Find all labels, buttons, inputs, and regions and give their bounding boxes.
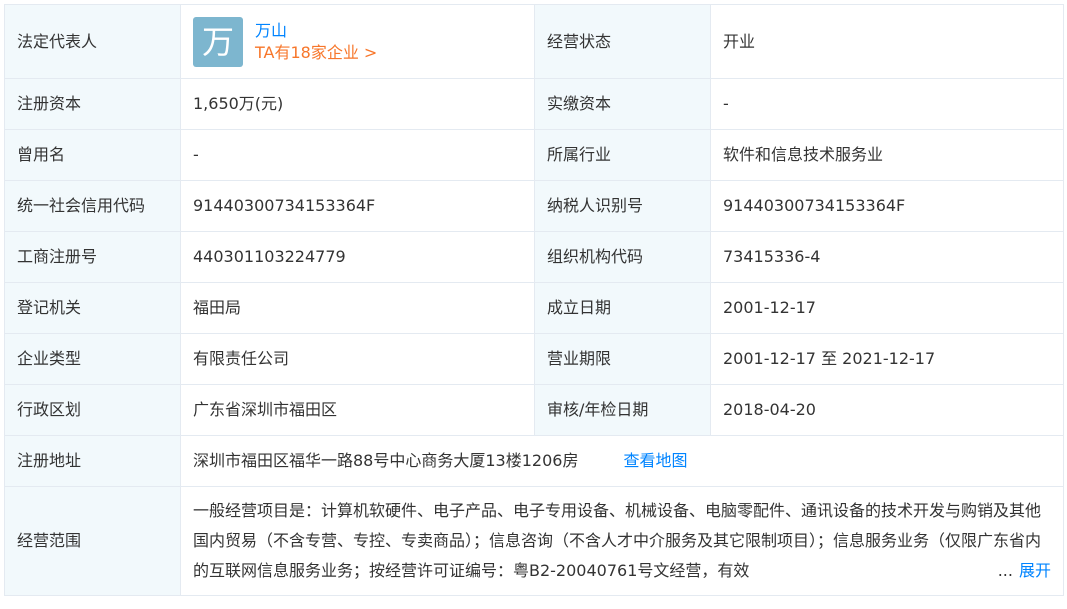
value-organization-code: 73415336-4 bbox=[710, 231, 1064, 283]
value-business-scope: 一般经营项目是：计算机软硬件、电子产品、电子专用设备、机械设备、电脑零配件、通讯… bbox=[193, 501, 1042, 580]
related-companies-link[interactable]: TA有18家企业 > bbox=[255, 42, 377, 64]
text-fade bbox=[933, 556, 973, 586]
row-authority: 登记机关 福田局 成立日期 2001-12-17 bbox=[4, 282, 1064, 334]
label-legal-representative: 法定代表人 bbox=[4, 4, 181, 79]
label-taxpayer-id: 纳税人识别号 bbox=[534, 180, 711, 232]
value-paid-in-capital: - bbox=[710, 78, 1064, 130]
legal-representative-name-link[interactable]: 万山 bbox=[255, 20, 377, 42]
business-scope-cell: 一般经营项目是：计算机软硬件、电子产品、电子专用设备、机械设备、电脑零配件、通讯… bbox=[180, 486, 1064, 596]
value-taxpayer-id: 91440300734153364F bbox=[710, 180, 1064, 232]
business-scope: 一般经营项目是：计算机软硬件、电子产品、电子专用设备、机械设备、电脑零配件、通讯… bbox=[193, 496, 1051, 586]
label-registered-address: 注册地址 bbox=[4, 435, 181, 487]
label-review-date: 审核/年检日期 bbox=[534, 384, 711, 436]
value-registered-address: 深圳市福田区福华一路88号中心商务大厦13楼1206房 bbox=[193, 451, 579, 470]
row-capital: 注册资本 1,650万(元) 实缴资本 - bbox=[4, 78, 1064, 130]
legal-representative-cell: 万 万山 TA有18家企业 > bbox=[180, 4, 535, 79]
row-former-name: 曾用名 - 所属行业 软件和信息技术服务业 bbox=[4, 129, 1064, 181]
value-registration-authority: 福田局 bbox=[180, 282, 535, 334]
value-registered-capital: 1,650万(元) bbox=[180, 78, 535, 130]
legal-representative: 万 万山 TA有18家企业 > bbox=[193, 16, 522, 67]
label-credit-code: 统一社会信用代码 bbox=[4, 180, 181, 232]
legal-representative-info: 万山 TA有18家企业 > bbox=[255, 20, 377, 64]
label-paid-in-capital: 实缴资本 bbox=[534, 78, 711, 130]
label-registration-number: 工商注册号 bbox=[4, 231, 181, 283]
value-credit-code: 91440300734153364F bbox=[180, 180, 535, 232]
row-credit-code: 统一社会信用代码 91440300734153364F 纳税人识别号 91440… bbox=[4, 180, 1064, 232]
value-business-term: 2001-12-17 至 2021-12-17 bbox=[710, 333, 1064, 385]
value-industry: 软件和信息技术服务业 bbox=[710, 129, 1064, 181]
label-company-type: 企业类型 bbox=[4, 333, 181, 385]
label-established-date: 成立日期 bbox=[534, 282, 711, 334]
value-district: 广东省深圳市福田区 bbox=[180, 384, 535, 436]
row-legal-representative: 法定代表人 万 万山 TA有18家企业 > 经营状态 开业 bbox=[4, 4, 1064, 79]
label-business-scope: 经营范围 bbox=[4, 486, 181, 596]
label-registration-authority: 登记机关 bbox=[4, 282, 181, 334]
label-district: 行政区划 bbox=[4, 384, 181, 436]
ellipsis: ... bbox=[997, 561, 1013, 580]
label-organization-code: 组织机构代码 bbox=[534, 231, 711, 283]
company-info-table: 法定代表人 万 万山 TA有18家企业 > 经营状态 开业 注册资本 1,650… bbox=[4, 4, 1064, 596]
expand-link[interactable]: 展开 bbox=[1019, 561, 1051, 580]
label-former-name: 曾用名 bbox=[4, 129, 181, 181]
value-business-status: 开业 bbox=[710, 4, 1064, 79]
row-address: 注册地址 深圳市福田区福华一路88号中心商务大厦13楼1206房 查看地图 bbox=[4, 435, 1064, 487]
view-map-link[interactable]: 查看地图 bbox=[624, 451, 688, 470]
value-review-date: 2018-04-20 bbox=[710, 384, 1064, 436]
value-registration-number: 440301103224779 bbox=[180, 231, 535, 283]
address-cell: 深圳市福田区福华一路88号中心商务大厦13楼1206房 查看地图 bbox=[180, 435, 1064, 487]
value-established-date: 2001-12-17 bbox=[710, 282, 1064, 334]
label-industry: 所属行业 bbox=[534, 129, 711, 181]
label-business-term: 营业期限 bbox=[534, 333, 711, 385]
row-registration-number: 工商注册号 440301103224779 组织机构代码 73415336-4 bbox=[4, 231, 1064, 283]
row-district: 行政区划 广东省深圳市福田区 审核/年检日期 2018-04-20 bbox=[4, 384, 1064, 436]
value-company-type: 有限责任公司 bbox=[180, 333, 535, 385]
value-former-name: - bbox=[180, 129, 535, 181]
row-business-scope: 经营范围 一般经营项目是：计算机软硬件、电子产品、电子专用设备、机械设备、电脑零… bbox=[4, 486, 1064, 596]
label-business-status: 经营状态 bbox=[534, 4, 711, 79]
expand-control: ... 展开 bbox=[993, 556, 1051, 586]
row-company-type: 企业类型 有限责任公司 营业期限 2001-12-17 至 2021-12-17 bbox=[4, 333, 1064, 385]
label-registered-capital: 注册资本 bbox=[4, 78, 181, 130]
avatar[interactable]: 万 bbox=[193, 16, 243, 67]
